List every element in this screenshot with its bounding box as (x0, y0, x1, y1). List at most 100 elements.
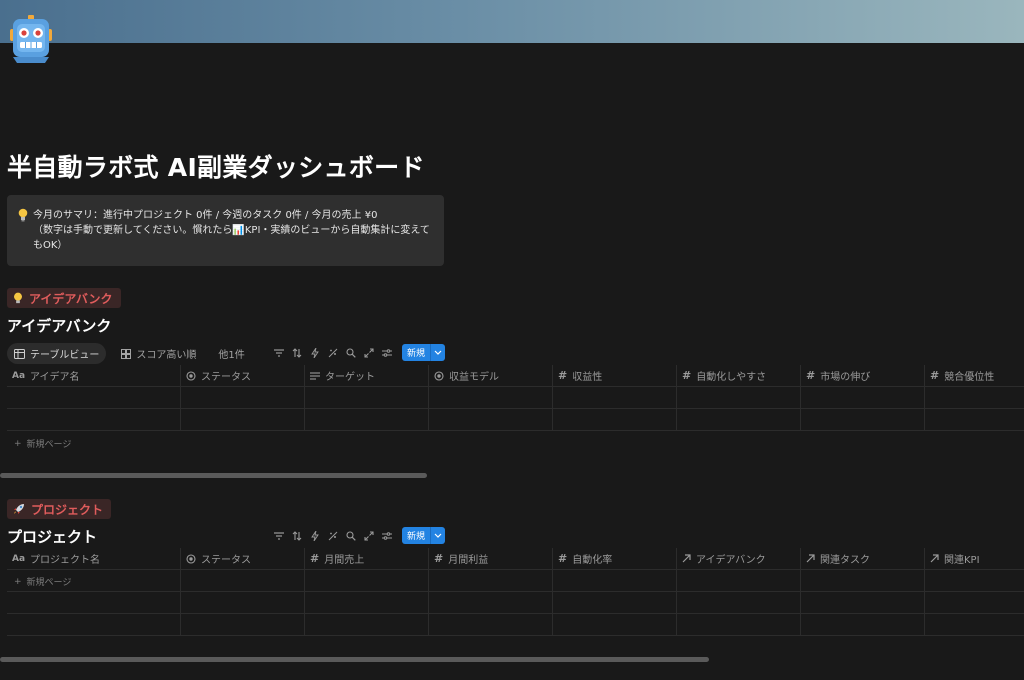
new-page-row[interactable]: + 新規ページ (14, 575, 72, 589)
relation-icon (682, 554, 691, 563)
status-icon (186, 370, 196, 381)
chevron-down-icon[interactable] (430, 527, 446, 544)
plus-icon: + (14, 438, 22, 449)
number-type-icon: # (558, 369, 568, 382)
database-toolbar-projects: 新規 (272, 527, 446, 544)
database-toolbar-ideas: 新規 (272, 344, 446, 361)
grid-icon (121, 348, 132, 359)
ai-sparkle-icon[interactable] (326, 529, 340, 543)
column-header[interactable]: # 自動化しやすさ (677, 365, 801, 386)
view-tab-label: テーブルビュー (30, 350, 100, 361)
table-row[interactable] (7, 592, 1024, 614)
column-header[interactable]: ステータス (181, 548, 305, 569)
view-tab-table[interactable]: テーブルビュー (7, 343, 107, 364)
status-icon (186, 553, 196, 564)
horizontal-scrollbar[interactable] (0, 657, 709, 662)
relation-icon (806, 554, 815, 563)
new-page-label: 新規ページ (26, 440, 72, 450)
column-label: 月間利益 (448, 555, 489, 566)
column-label: 競合優位性 (944, 372, 995, 383)
column-header[interactable]: 収益モデル (429, 365, 553, 386)
new-button-label[interactable]: 新規 (402, 527, 431, 544)
expand-icon[interactable] (362, 529, 376, 543)
ai-sparkle-icon[interactable] (326, 346, 340, 360)
relation-icon (930, 554, 939, 563)
column-header[interactable]: # 月間売上 (305, 548, 429, 569)
number-type-icon: # (682, 369, 692, 382)
column-header[interactable]: ステータス (181, 365, 305, 386)
column-header[interactable]: # 月間利益 (429, 548, 553, 569)
new-page-label: 新規ページ (26, 578, 72, 588)
column-label: 自動化率 (572, 555, 613, 566)
view-tab-label: スコア高い順 (136, 350, 197, 361)
sort-icon[interactable] (290, 529, 304, 543)
column-label: アイデアバンク (696, 555, 766, 566)
column-label: ステータス (201, 372, 251, 383)
table-icon (14, 348, 25, 359)
filter-icon[interactable] (272, 529, 286, 543)
lightbulb-icon (18, 207, 28, 222)
column-header[interactable]: Aa プロジェクト名 (7, 548, 181, 569)
status-icon (434, 370, 444, 381)
plus-icon: + (14, 576, 22, 587)
column-label: アイデア名 (30, 372, 80, 383)
filter-icon[interactable] (272, 346, 286, 360)
section-heading-ideas[interactable]: アイデアバンク (7, 288, 121, 308)
automation-bolt-icon[interactable] (308, 346, 322, 360)
chevron-down-icon[interactable] (430, 344, 446, 361)
view-tab-score[interactable]: スコア高い順 (114, 343, 203, 364)
number-type-icon: # (806, 369, 816, 382)
ideas-table: Aa アイデア名 ステータス ターゲット 収益モデル # 収益性 # 自動化しや… (7, 365, 1024, 431)
search-icon[interactable] (344, 529, 358, 543)
view-tab-label: 他1件 (218, 350, 245, 361)
column-header[interactable]: アイデアバンク (677, 548, 801, 569)
expand-icon[interactable] (362, 346, 376, 360)
column-label: 関連KPI (944, 555, 980, 566)
page-title[interactable]: 半自動ラボ式 AI副業ダッシュボード (7, 148, 425, 184)
page-cover[interactable] (0, 0, 1024, 43)
column-label: プロジェクト名 (30, 555, 101, 566)
column-header[interactable]: # 市場の伸び (801, 365, 925, 386)
table-row[interactable] (7, 570, 1024, 592)
title-type-icon: Aa (12, 370, 26, 381)
lightbulb-icon (14, 292, 22, 303)
callout-line: もOK） (33, 240, 68, 251)
column-header[interactable]: # 競合優位性 (925, 365, 1024, 386)
database-title-ideas[interactable]: アイデアバンク (7, 315, 111, 336)
search-icon[interactable] (344, 346, 358, 360)
column-header[interactable]: ターゲット (305, 365, 429, 386)
table-row[interactable] (7, 614, 1024, 636)
column-header[interactable]: # 自動化率 (553, 548, 677, 569)
column-header[interactable]: # 収益性 (553, 365, 677, 386)
callout-text: 今月のサマリ：進行中プロジェクト 0件 / 今週のタスク 0件 / 今月の売上 … (33, 208, 441, 253)
database-title-projects[interactable]: プロジェクト (7, 526, 97, 547)
section-heading-projects[interactable]: プロジェクト (7, 499, 112, 519)
column-header[interactable]: 関連KPI (925, 548, 1024, 569)
sort-icon[interactable] (290, 346, 304, 360)
new-entry-button[interactable]: 新規 (402, 527, 446, 544)
table-header: Aa プロジェクト名 ステータス # 月間売上 # 月間利益 # 自動化率 アイ… (7, 548, 1024, 570)
summary-callout[interactable]: 今月のサマリ：進行中プロジェクト 0件 / 今週のタスク 0件 / 今月の売上 … (7, 195, 444, 266)
new-entry-button[interactable]: 新規 (402, 344, 446, 361)
text-icon (310, 371, 320, 380)
view-tab-more[interactable]: 他1件 (211, 343, 251, 364)
automation-bolt-icon[interactable] (308, 529, 322, 543)
column-label: 収益性 (572, 372, 603, 383)
column-label: 収益モデル (449, 372, 499, 383)
column-header[interactable]: Aa アイデア名 (7, 365, 181, 386)
table-row[interactable] (7, 409, 1024, 431)
new-button-label[interactable]: 新規 (402, 344, 431, 361)
callout-line: （数字は手動で更新してください。慣れたら📊KPI・実績のビューから自動集計に変え… (33, 225, 430, 236)
number-type-icon: # (434, 552, 444, 565)
table-row[interactable] (7, 387, 1024, 409)
section-heading-label: プロジェクト (31, 502, 104, 517)
callout-line: 今月のサマリ：進行中プロジェクト 0件 / 今週のタスク 0件 / 今月の売上 … (33, 210, 378, 221)
robot-face-icon[interactable] (7, 15, 55, 65)
horizontal-scrollbar[interactable] (0, 473, 427, 478)
table-header: Aa アイデア名 ステータス ターゲット 収益モデル # 収益性 # 自動化しや… (7, 365, 1024, 387)
column-header[interactable]: 関連タスク (801, 548, 925, 569)
section-heading-label: アイデアバンク (29, 291, 113, 306)
settings-sliders-icon[interactable] (380, 346, 394, 360)
new-page-row[interactable]: + 新規ページ (14, 437, 72, 451)
settings-sliders-icon[interactable] (380, 529, 394, 543)
